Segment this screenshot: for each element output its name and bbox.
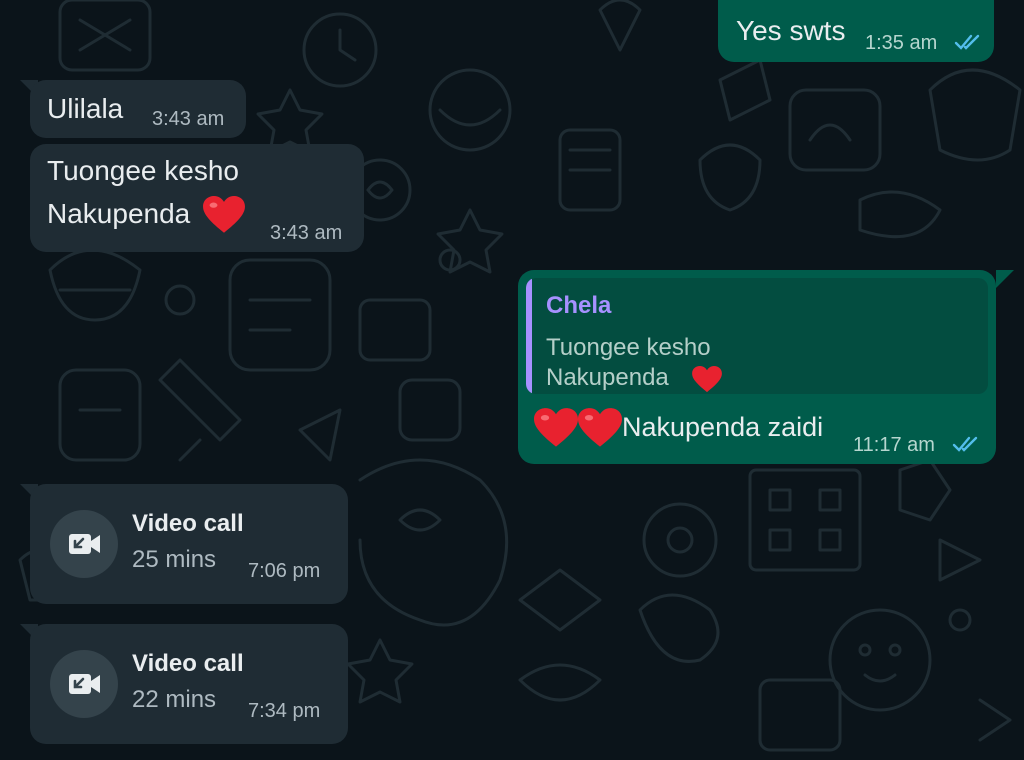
bubble-tail (996, 270, 1014, 288)
call-title: Video call (132, 510, 244, 537)
heart-emoji-icon (578, 408, 622, 447)
read-receipt-icon (952, 436, 978, 452)
call-title: Video call (132, 650, 244, 677)
message-time: 3:43 am (270, 222, 343, 244)
quoted-message[interactable]: Chela Tuongee kesho Nakupenda (526, 278, 988, 394)
call-time: 7:34 pm (248, 700, 321, 722)
video-call-bubble[interactable]: Video call 25 mins 7:06 pm (30, 484, 348, 604)
video-call-icon (50, 650, 118, 718)
quote-line: Tuongee kesho (546, 334, 711, 361)
heart-emoji-icon (692, 366, 722, 393)
heart-emoji-icon (203, 196, 245, 233)
message-time: 11:17 am (853, 434, 935, 456)
video-call-icon (50, 510, 118, 578)
call-duration: 22 mins (132, 686, 217, 713)
call-duration: 25 mins (132, 546, 217, 573)
message-text: Ulilala (47, 93, 124, 124)
quote-author: Chela (546, 292, 612, 319)
message-line: Tuongee kesho (47, 155, 239, 186)
video-call-bubble[interactable]: Video call 22 mins 7:34 pm (30, 624, 348, 744)
outgoing-reply-bubble[interactable]: Chela Tuongee kesho Nakupenda Nakupenda … (518, 270, 996, 464)
message-line: Nakupenda (47, 198, 191, 229)
incoming-message-bubble[interactable]: Ulilala 3:43 am (30, 80, 246, 138)
incoming-message-bubble[interactable]: Tuongee kesho Nakupenda 3:43 am (30, 144, 364, 252)
message-time: 3:43 am (152, 108, 225, 130)
outgoing-message-bubble[interactable]: Yes swts 1:35 am (718, 0, 994, 62)
quote-line: Nakupenda (546, 364, 669, 391)
message-text: Nakupenda zaidi (622, 412, 824, 442)
message-time: 1:35 am (865, 32, 938, 54)
read-receipt-icon (954, 34, 980, 50)
message-text: Yes swts (736, 15, 846, 46)
call-time: 7:06 pm (248, 560, 321, 582)
heart-emoji-icon (534, 408, 578, 447)
quote-accent-bar (526, 278, 532, 394)
